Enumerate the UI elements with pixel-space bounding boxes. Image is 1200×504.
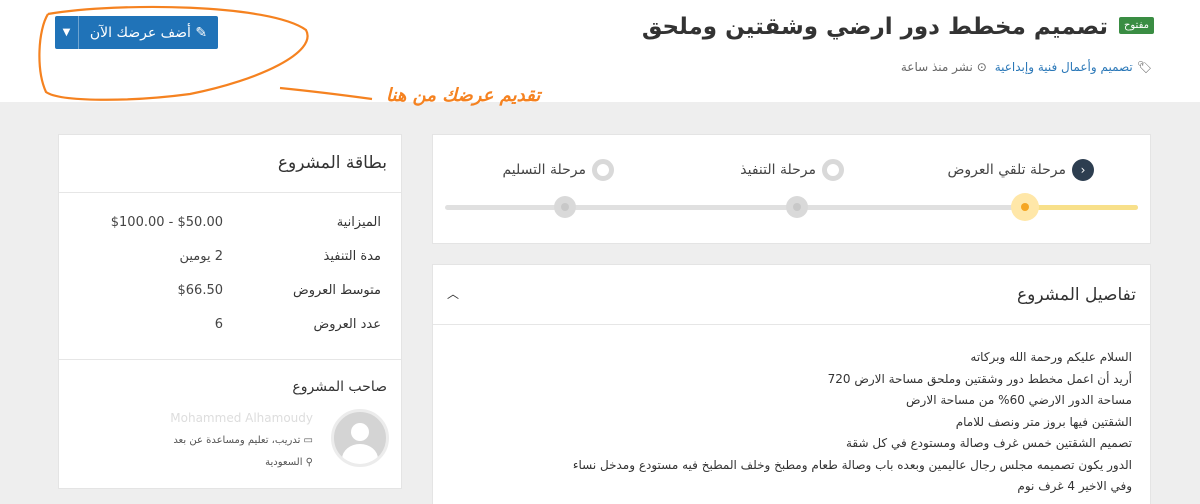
stage-label: مرحلة تلقي العروض xyxy=(947,162,1066,178)
info-key: الميزانية xyxy=(336,215,381,230)
info-row-average: متوسط العروض $66.50 xyxy=(59,283,401,307)
info-row-count: عدد العروض 6 xyxy=(59,317,401,341)
info-key: عدد العروض xyxy=(313,317,381,332)
chevron-up-icon[interactable]: ︿ xyxy=(447,285,459,302)
owner-name[interactable]: Mohammed Alhamoudy xyxy=(170,411,313,425)
info-row-duration: مدة التنفيذ 2 يومين xyxy=(59,249,401,273)
stage-receiving-offers: ‹ مرحلة تلقي العروض xyxy=(947,159,1094,181)
description-line: أريد أن اعمل مخطط دور وشقتين وملحق مساحة… xyxy=(827,371,1132,386)
status-badge: مفتوح xyxy=(1118,17,1154,34)
info-row-budget: الميزانية $50.00 - $100.00 xyxy=(59,215,401,239)
details-header[interactable]: تفاصيل المشروع ︿ xyxy=(433,265,1150,325)
tag-icon: 🏷 xyxy=(1136,60,1152,74)
stage-dot-active xyxy=(1011,193,1039,221)
map-pin-icon: ⚲ xyxy=(305,457,313,468)
project-stages: ‹ مرحلة تلقي العروض مرحلة التنفيذ مرحلة … xyxy=(432,134,1151,244)
briefcase-icon: ▭ xyxy=(303,435,313,446)
info-value: 6 xyxy=(214,317,223,332)
description-line: الدور يكون تصميمه مجلس رجال عاليمين وبعد… xyxy=(572,457,1132,472)
description-line: السلام عليكم ورحمة الله وبركاته xyxy=(970,350,1132,364)
annotation-text: تقديم عرضك من هنا xyxy=(386,85,541,106)
stage-delivery: مرحلة التسليم xyxy=(502,159,614,181)
description-line: الشقتين فيها بروز متر ونصف للامام xyxy=(955,414,1132,429)
circle-icon xyxy=(592,159,614,181)
details-title: تفاصيل المشروع xyxy=(1017,285,1136,305)
stage-dot xyxy=(554,196,576,218)
info-value: $66.50 xyxy=(177,283,224,298)
owner-title: صاحب المشروع xyxy=(292,379,387,395)
chevron-left-icon: ‹ xyxy=(1072,159,1094,181)
owner-location: ⚲ السعودية xyxy=(265,457,313,468)
info-value: 2 يومين xyxy=(179,249,223,264)
stage-label: مرحلة التسليم xyxy=(502,162,586,178)
published-time: نشر منذ ساعة xyxy=(900,60,973,74)
category-link[interactable]: تصميم وأعمال فنية وإبداعية xyxy=(995,60,1133,74)
info-key: متوسط العروض xyxy=(293,283,381,298)
description-line: مساحة الدور الارضي 60% من مساحة الارض xyxy=(906,393,1132,407)
owner-role: ▭ تدريب، تعليم ومساعدة عن بعد xyxy=(173,435,313,446)
owner-location-text: السعودية xyxy=(265,457,303,468)
stage-dot xyxy=(786,196,808,218)
clock-icon: ⊙ xyxy=(976,60,987,74)
divider xyxy=(59,359,401,360)
avatar[interactable] xyxy=(331,409,389,467)
stage-label: مرحلة التنفيذ xyxy=(740,162,816,178)
project-meta: 🏷تصميم وأعمال فنية وإبداعية ⊙نشر منذ ساع… xyxy=(897,60,1152,74)
description-line: وفي الاخير 4 غرف نوم xyxy=(1017,479,1132,493)
owner-role-text: تدريب، تعليم ومساعدة عن بعد xyxy=(173,435,301,446)
info-key: مدة التنفيذ xyxy=(323,249,381,264)
project-description: السلام عليكم ورحمة الله وبركاته أريد أن … xyxy=(442,347,1132,498)
annotation-circle xyxy=(38,5,373,101)
circle-icon xyxy=(822,159,844,181)
info-value: $50.00 - $100.00 xyxy=(110,215,223,230)
project-card: بطاقة المشروع الميزانية $50.00 - $100.00… xyxy=(58,134,402,489)
description-line: تصميم الشقتين خمس غرف وصالة ومستودع في ك… xyxy=(845,436,1132,450)
card-title: بطاقة المشروع xyxy=(277,153,387,173)
project-details: تفاصيل المشروع ︿ السلام عليكم ورحمة الله… xyxy=(432,264,1151,504)
stage-execution: مرحلة التنفيذ xyxy=(740,159,844,181)
page-title: تصميم مخطط دور ارضي وشقتين وملحق xyxy=(641,14,1108,40)
